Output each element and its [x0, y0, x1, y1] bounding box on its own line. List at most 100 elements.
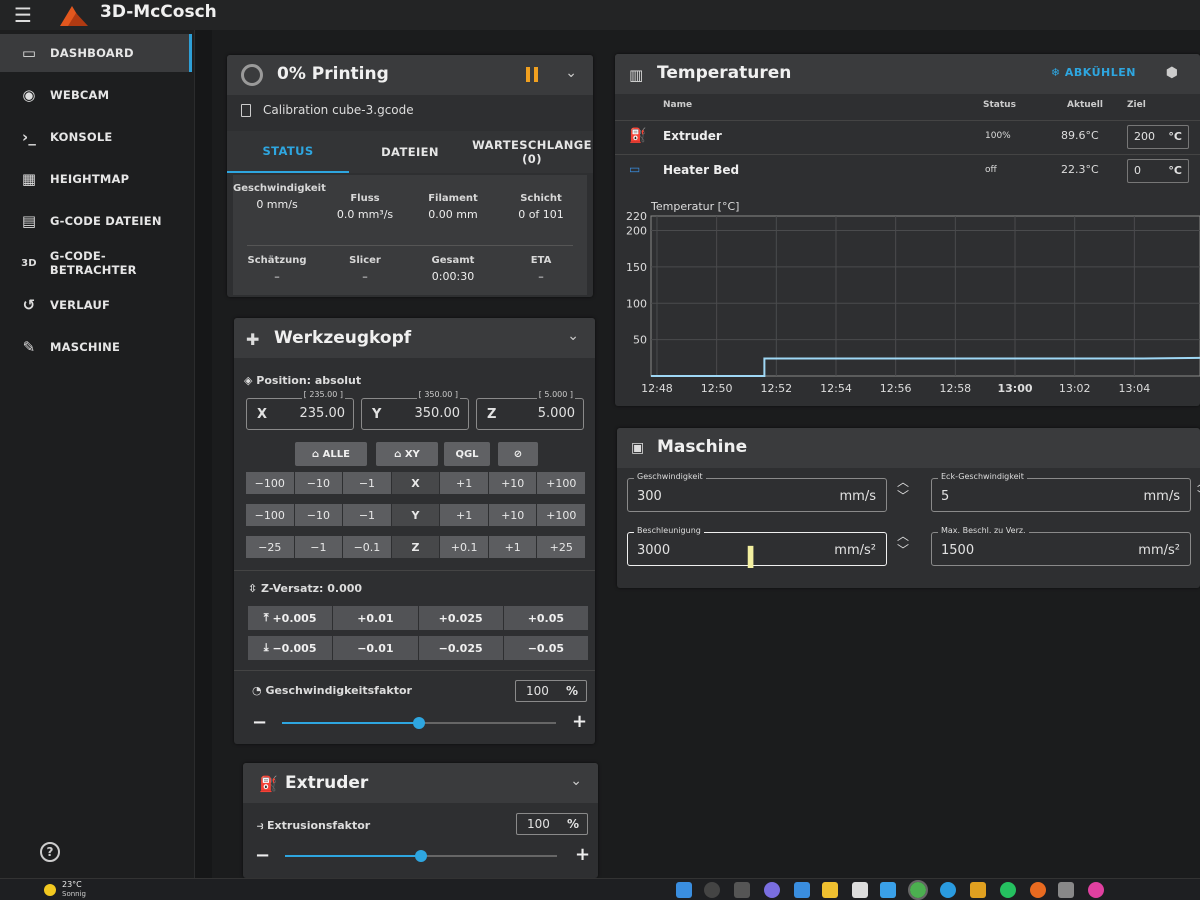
chart-y-tick-label: 200	[626, 225, 647, 238]
jog-y-plus100[interactable]: +100	[537, 504, 586, 526]
zoffset-down-0025[interactable]: −0.025	[418, 636, 504, 660]
coord-x-field[interactable]: [ 235.00 ] X 235.00	[246, 390, 354, 430]
cooldown-button[interactable]: ❄ ABKÜHLEN	[1051, 66, 1136, 79]
arrow-up-icon: ⤒	[263, 611, 273, 624]
pause-icon[interactable]	[526, 67, 538, 82]
zoffset-up-001[interactable]: +0.01	[333, 606, 419, 630]
stat-estimate: Schätzung –	[247, 255, 307, 283]
edge-icon[interactable]	[940, 882, 956, 898]
motors-off-button[interactable]: ⊘	[498, 442, 538, 466]
extrusion-factor-minus-button[interactable]: −	[255, 845, 270, 866]
firefox-icon[interactable]	[1030, 882, 1046, 898]
slider-thumb[interactable]	[415, 850, 427, 862]
tab-files[interactable]: DATEIEN	[349, 131, 471, 173]
calendar-icon[interactable]	[852, 882, 868, 898]
file-row: Calibration cube-3.gcode	[241, 103, 414, 117]
jog-x-plus1[interactable]: +1	[440, 472, 489, 494]
file-explorer-icon[interactable]	[822, 882, 838, 898]
whatsapp-icon[interactable]	[1000, 882, 1016, 898]
jog-z-plus1[interactable]: +1	[488, 536, 538, 558]
jog-x-plus100[interactable]: +100	[537, 472, 586, 494]
speed-factor-plus-button[interactable]: +	[572, 711, 587, 732]
jog-z-minus25[interactable]: −25	[246, 536, 295, 558]
jog-z-minus01[interactable]: −0.1	[343, 536, 392, 558]
chart-x-tick-label: 12:50	[701, 382, 733, 395]
jog-z-minus1[interactable]: −1	[294, 536, 344, 558]
extrusion-factor-slider[interactable]	[285, 850, 557, 862]
sidebar-item-machine[interactable]: ✎ MASCHINE	[0, 328, 192, 366]
slider-thumb[interactable]	[413, 717, 425, 729]
stat-eta: ETA –	[530, 255, 552, 283]
jog-z-plus01[interactable]: +0.1	[440, 536, 489, 558]
qgl-button[interactable]: QGL	[444, 442, 490, 466]
jog-x-row: −100 −10 −1 X +1 +10 +100	[246, 472, 586, 494]
coord-y-field[interactable]: [ 350.00 ] Y 350.00	[361, 390, 469, 430]
app-title: 3D-McCosch	[100, 2, 217, 22]
temperature-panel-header: ▥ Temperaturen ❄ ABKÜHLEN ⬢	[615, 54, 1200, 94]
app-icon[interactable]	[1058, 882, 1074, 898]
zoffset-up-0025[interactable]: +0.025	[418, 606, 504, 630]
jog-y-plus10[interactable]: +10	[488, 504, 538, 526]
acceleration-input[interactable]: Beschleunigung 3000 mm/s²	[627, 526, 887, 566]
jog-x-plus10[interactable]: +10	[488, 472, 538, 494]
jog-y-minus100[interactable]: −100	[246, 504, 295, 526]
search-icon[interactable]	[704, 882, 720, 898]
max-accel-to-decel-input[interactable]: Max. Beschl. zu Verz. 1500 mm/s²	[931, 526, 1191, 566]
heater-bed-target-input[interactable]: 0 °C	[1127, 159, 1189, 183]
tab-queue[interactable]: WARTESCHLANGE (0)	[471, 131, 593, 173]
tab-status[interactable]: STATUS	[227, 131, 349, 173]
jog-x-minus10[interactable]: −10	[294, 472, 344, 494]
nozzle-icon: ⛽	[629, 128, 647, 144]
jog-y-plus1[interactable]: +1	[440, 504, 489, 526]
coord-z-field[interactable]: [ 5.000 ] Z 5.000	[476, 390, 584, 430]
zoffset-up-005[interactable]: +0.05	[503, 606, 588, 630]
chevron-down-icon[interactable]: ⌄	[567, 328, 579, 344]
menu-icon[interactable]: ☰	[14, 5, 36, 25]
chrome-icon[interactable]	[908, 880, 928, 900]
speed-factor-input[interactable]: 100 %	[515, 680, 587, 702]
jog-x-minus1[interactable]: −1	[343, 472, 392, 494]
extruder-target-input[interactable]: 200 °C	[1127, 125, 1189, 149]
help-icon[interactable]: ?	[40, 842, 60, 862]
chevron-down-icon[interactable]: ⌄	[565, 65, 577, 81]
start-icon[interactable]	[676, 882, 692, 898]
zoffset-down-0005[interactable]: ⤓ −0.005	[248, 636, 334, 660]
speed-factor-minus-button[interactable]: −	[252, 712, 267, 733]
square-corner-velocity-input[interactable]: Eck-Geschwindigkeit 5 mm/s	[931, 472, 1191, 512]
sidebar-item-gcode-files[interactable]: ▤ G-CODE DATEIEN	[0, 202, 192, 240]
zoffset-down-005[interactable]: −0.05	[503, 636, 588, 660]
speed-factor-slider[interactable]	[282, 717, 556, 729]
velocity-stepper[interactable]: ︿ ﹀	[897, 475, 909, 503]
chat-icon[interactable]	[764, 882, 780, 898]
jog-z-plus25[interactable]: +25	[537, 536, 586, 558]
velocity-input[interactable]: Geschwindigkeit 300 mm/s	[627, 472, 887, 512]
mail-icon[interactable]	[880, 882, 896, 898]
sidebar-item-dashboard[interactable]: ▭ DASHBOARD	[0, 34, 192, 72]
sidebar-item-label: WEBCAM	[50, 88, 110, 102]
task-view-icon[interactable]	[734, 882, 750, 898]
sidebar-item-history[interactable]: ↺ VERLAUF	[0, 286, 192, 324]
sidebar-item-heightmap[interactable]: ▦ HEIGHTMAP	[0, 160, 192, 198]
home-all-button[interactable]: ⌂ ALLE	[295, 442, 367, 466]
sidebar-item-konsole[interactable]: ›_ KONSOLE	[0, 118, 192, 156]
home-xy-button[interactable]: ⌂ XY	[376, 442, 438, 466]
gear-icon[interactable]: ⬢	[1166, 65, 1178, 81]
extrusion-factor-input[interactable]: 100 %	[516, 813, 588, 835]
jog-y-minus10[interactable]: −10	[294, 504, 344, 526]
text-cursor-icon: I	[745, 541, 757, 576]
widgets-icon[interactable]	[794, 882, 810, 898]
sidebar-item-gcode-viewer[interactable]: 3D G-CODE-BETRACHTER	[0, 244, 192, 282]
temperature-title: Temperaturen	[657, 63, 792, 83]
jog-x-minus100[interactable]: −100	[246, 472, 295, 494]
zoffset-up-0005[interactable]: ⤒ +0.005	[248, 606, 334, 630]
chevron-down-icon[interactable]: ⌄	[570, 773, 582, 789]
extruder-panel: ⛽ Extruder ⌄ ⥽ Extrusionsfaktor 100 % − …	[243, 763, 598, 878]
jog-y-row: −100 −10 −1 Y +1 +10 +100	[246, 504, 586, 526]
app-icon[interactable]	[1088, 882, 1104, 898]
acceleration-stepper[interactable]: ︿ ﹀	[897, 529, 909, 557]
jog-y-minus1[interactable]: −1	[343, 504, 392, 526]
extrusion-factor-plus-button[interactable]: +	[575, 844, 590, 865]
app-icon[interactable]	[970, 882, 986, 898]
zoffset-down-001[interactable]: −0.01	[333, 636, 419, 660]
sidebar-item-webcam[interactable]: ◉ WEBCAM	[0, 76, 192, 114]
